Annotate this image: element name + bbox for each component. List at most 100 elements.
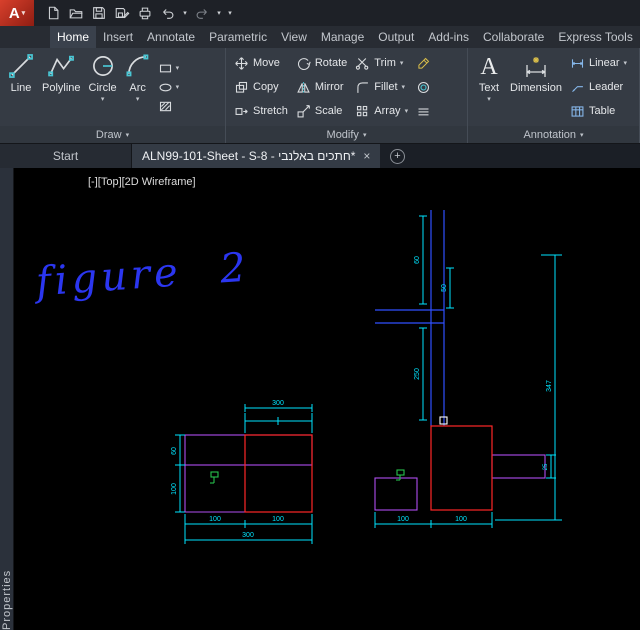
open-file-button[interactable] [65, 2, 87, 24]
stretch-button[interactable]: Stretch [234, 101, 288, 122]
dimension-button[interactable]: Dimension [506, 50, 566, 124]
redo-dropdown[interactable]: ▾ [214, 9, 224, 17]
redo-icon [196, 9, 207, 19]
draw-panel-label[interactable]: Draw ▾ [0, 126, 225, 143]
new-drawing-tab-button[interactable]: + [380, 144, 414, 168]
chevron-down-icon[interactable]: ▾ [624, 59, 628, 67]
mirror-button[interactable]: Mirror [296, 77, 347, 98]
modify-panel-label[interactable]: Modify ▾ [226, 126, 467, 143]
qat-customize-icon[interactable]: ▾ [225, 9, 235, 17]
dim-label: 300 [242, 532, 254, 539]
main-area: Properties [-][Top][2D Wireframe] figure… [0, 168, 640, 630]
ribbon-tab-home[interactable]: Home [50, 26, 97, 48]
line-label: Line [10, 82, 32, 94]
close-tab-icon[interactable]: × [363, 149, 370, 163]
move-button[interactable]: Move [234, 53, 288, 74]
plot-icon [139, 7, 151, 20]
annotation-panel-label[interactable]: Annotation ▾ [468, 126, 639, 143]
undo-button[interactable] [157, 2, 179, 24]
erase-button[interactable] [416, 53, 431, 74]
linear-dimension-button[interactable]: Linear ▾ [570, 53, 627, 74]
circle-icon [92, 56, 113, 76]
text-button[interactable]: A Text ▾ [472, 50, 506, 124]
polyline-button[interactable]: Polyline [38, 50, 85, 124]
chevron-down-icon: ▾ [21, 10, 26, 17]
dim-label: 50 [441, 284, 448, 292]
trim-button[interactable]: Trim ▾ [355, 53, 408, 74]
drawing-canvas[interactable]: [-][Top][2D Wireframe] figure 2 300 100 … [14, 168, 640, 630]
rotate-icon [297, 57, 311, 70]
chevron-down-icon: ▾ [580, 131, 584, 139]
ellipse-tool-button[interactable]: ▾ [158, 80, 180, 95]
chevron-down-icon[interactable]: ▾ [402, 83, 406, 91]
modify-column-1: Move Copy Stretch [230, 53, 292, 122]
title-bar: A ▾ ▾ ▾ ▾ [0, 0, 640, 26]
chevron-down-icon[interactable]: ▾ [487, 95, 491, 103]
array-button[interactable]: Array ▾ [355, 101, 408, 122]
arc-button[interactable]: Arc ▾ [121, 50, 155, 124]
chevron-down-icon[interactable]: ▾ [400, 59, 404, 67]
table-button[interactable]: Table [570, 101, 627, 122]
array-icon [357, 105, 368, 116]
properties-label: Properties [0, 569, 13, 630]
trim-icon [356, 57, 369, 70]
annotation-panel: A Text ▾ Dimension Linear ▾ Leader Table… [468, 48, 640, 143]
application-menu-button[interactable]: A ▾ [0, 0, 34, 26]
ribbon-tab-annotate[interactable]: Annotate [140, 26, 202, 48]
file-tab-document[interactable]: ALN99-101-Sheet - S-8 - חתכים באלנבי* × [132, 144, 381, 168]
dim-label: 300 [272, 400, 284, 407]
properties-palette-tab[interactable]: Properties [0, 168, 14, 630]
viewport-controls[interactable]: [-][Top][2D Wireframe] [88, 176, 196, 188]
file-tab-start[interactable]: Start [0, 144, 132, 168]
ribbon-tab-express[interactable]: Express Tools [551, 26, 639, 48]
ribbon-tab-parametric[interactable]: Parametric [202, 26, 274, 48]
dim-label: 100 [272, 516, 284, 523]
redo-button[interactable] [191, 2, 213, 24]
rectangle-icon [159, 64, 171, 72]
model-space-viewport[interactable]: [-][Top][2D Wireframe] figure 2 300 100 … [14, 168, 640, 630]
polyline-label: Polyline [42, 82, 81, 94]
undo-dropdown[interactable]: ▾ [180, 9, 190, 17]
circle-button[interactable]: Circle ▾ [85, 50, 121, 124]
eraser-icon [418, 57, 430, 69]
copy-button[interactable]: Copy [234, 77, 288, 98]
chevron-down-icon[interactable]: ▾ [176, 64, 180, 72]
magenta-outlines [184, 434, 546, 513]
scale-button[interactable]: Scale [296, 101, 347, 122]
ribbon-tab-insert[interactable]: Insert [96, 26, 140, 48]
stretch-icon [235, 107, 248, 115]
line-button[interactable]: Line [4, 50, 38, 124]
dim-label: 100 [397, 516, 409, 523]
offset-button[interactable] [416, 77, 431, 98]
rotate-button[interactable]: Rotate [296, 53, 347, 74]
line-icon [9, 54, 33, 78]
dim-label: 347 [546, 380, 553, 392]
chevron-down-icon[interactable]: ▾ [101, 95, 105, 103]
ribbon-tab-view[interactable]: View [274, 26, 314, 48]
new-file-button[interactable] [42, 2, 64, 24]
rectangle-tool-button[interactable]: ▾ [158, 61, 180, 76]
dimension-icon [526, 57, 546, 77]
explode-button[interactable] [416, 101, 431, 122]
chevron-down-icon[interactable]: ▾ [176, 83, 180, 91]
draw-mini-column: ▾ ▾ [155, 61, 183, 114]
ribbon-tab-addins[interactable]: Add-ins [421, 26, 476, 48]
plot-button[interactable] [134, 2, 156, 24]
save-button[interactable] [88, 2, 110, 24]
leader-button[interactable]: Leader [570, 77, 627, 98]
dimension-label: Dimension [510, 82, 562, 94]
linear-dimension-icon [571, 58, 584, 68]
polyline-icon [48, 55, 75, 77]
fillet-button[interactable]: Fillet ▾ [355, 77, 408, 98]
ribbon-tab-manage[interactable]: Manage [314, 26, 371, 48]
chevron-down-icon[interactable]: ▾ [405, 107, 409, 115]
ribbon-tab-collaborate[interactable]: Collaborate [476, 26, 551, 48]
red-section-outlines [244, 425, 493, 513]
arc-icon [126, 54, 148, 77]
hatch-tool-button[interactable] [158, 99, 180, 114]
chevron-down-icon[interactable]: ▾ [136, 95, 140, 103]
save-as-button[interactable] [111, 2, 133, 24]
ribbon-tab-output[interactable]: Output [371, 26, 421, 48]
autocad-logo: A [8, 4, 20, 22]
svg-text:A: A [480, 54, 498, 79]
